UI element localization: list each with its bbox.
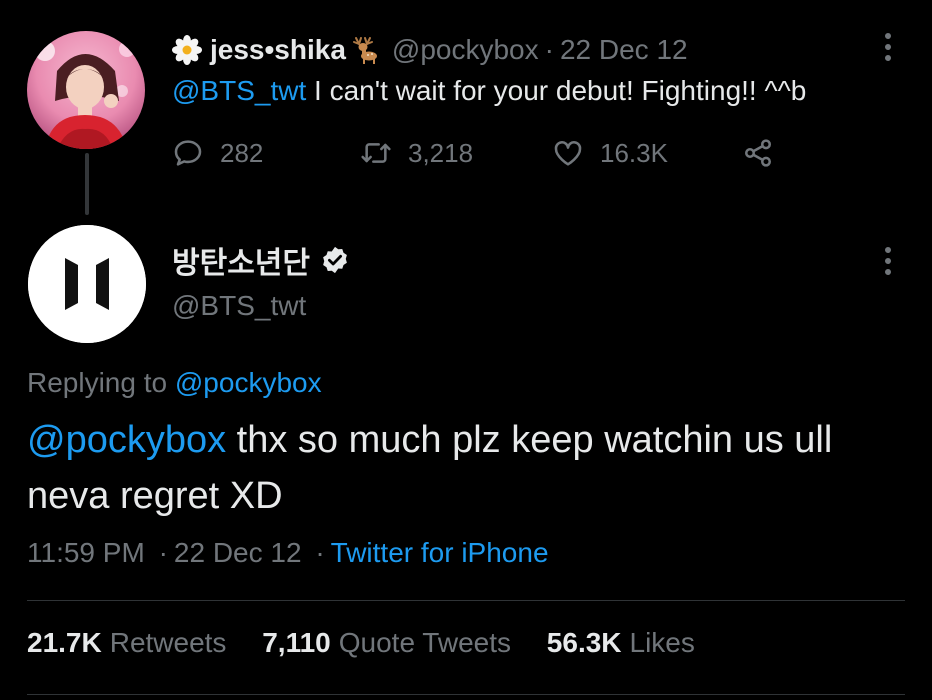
replying-to: Replying to @pockybox [27,367,322,399]
retweets-stat[interactable]: 21.7K Retweets [27,627,226,658]
flower-icon [172,35,202,65]
parent-action-bar: 282 3,218 16.3K [172,135,792,171]
parent-date[interactable]: 22 Dec 12 [560,34,688,66]
divider [27,694,905,695]
avatar[interactable] [28,225,146,343]
deer-icon [350,35,380,65]
parent-handle[interactable]: @pockybox [392,34,539,66]
parent-tweet-header: jess•shika @pockybox · 22 Dec 12 [172,32,688,68]
main-handle[interactable]: @BTS_twt [172,290,306,322]
main-tweet-header: 방탄소년단 [172,240,350,280]
replying-prefix: Replying to [27,367,175,398]
quote-tweets-count: 7,110 [262,627,331,658]
mention-link[interactable]: @BTS_twt [172,75,306,106]
reply-icon [174,140,202,166]
like-button[interactable]: 16.3K [552,135,668,171]
divider [27,600,905,601]
verified-icon [323,246,347,274]
retweets-label: Retweets [109,627,227,658]
tweet-date[interactable]: 22 Dec 12 [174,537,302,568]
reply-count: 282 [220,137,264,168]
more-icon[interactable] [884,32,892,62]
like-icon [554,141,582,166]
share-icon [745,139,771,167]
thread-line [85,153,89,215]
likes-label: Likes [629,627,695,658]
tweet-stats: 21.7K Retweets 7,110 Quote Tweets 56.3K Lik… [27,627,723,659]
parent-tweet-text: @BTS_twt I can't wait for your debut! Fi… [172,75,806,107]
separator: · [544,34,554,65]
share-button[interactable] [742,135,790,171]
main-tweet-text: @pockybox thx so much plz keep watchin u… [27,412,907,524]
avatar[interactable] [27,31,145,149]
mention-link[interactable]: @pockybox [27,419,226,461]
bts-logo-icon [28,225,146,343]
parent-display-name[interactable]: jess•shika [210,34,346,66]
likes-count: 56.3K [546,627,622,658]
quote-tweets-label: Quote Tweets [338,627,512,658]
retweet-icon [361,143,391,163]
retweets-count: 21.7K [27,627,102,658]
tweet-timestamp: 11:59 PM · 22 Dec 12 · Twitter for iPhone [27,537,549,569]
retweet-button[interactable]: 3,218 [360,135,473,171]
more-icon[interactable] [884,246,892,276]
likes-stat[interactable]: 56.3K Likes [547,627,695,658]
retweet-count: 3,218 [408,137,474,168]
replying-handle-link[interactable]: @pockybox [175,367,322,398]
quote-tweets-stat[interactable]: 7,110 Quote Tweets [262,627,511,658]
tweet-time[interactable]: 11:59 PM [27,537,145,568]
separator: · [315,537,325,568]
separator: · [158,537,168,568]
tweet-source-link[interactable]: Twitter for iPhone [331,537,549,568]
main-display-name[interactable]: 방탄소년단 [172,238,310,282]
parent-tweet-body: I can't wait for your debut! Fighting!! … [306,75,807,106]
like-count: 16.3K [600,137,668,168]
reply-button[interactable]: 282 [172,135,263,171]
